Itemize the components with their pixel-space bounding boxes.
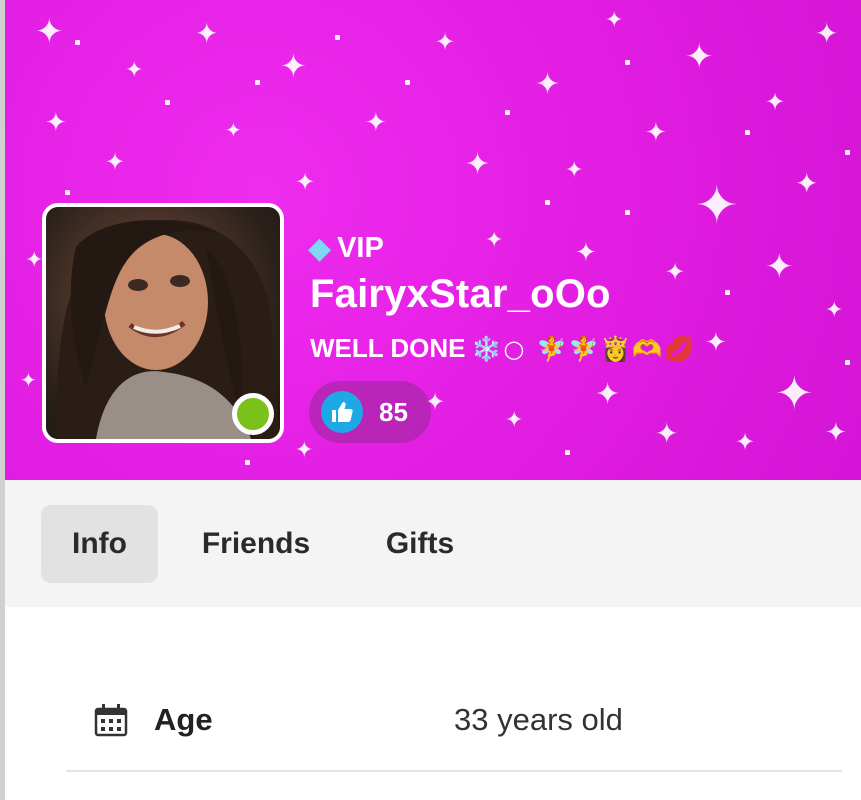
likes-count: 85 (379, 396, 408, 427)
calendar-icon (94, 703, 128, 742)
profile-username: FairyxStar_oOo (310, 272, 611, 316)
info-row-age: Age 33 years old (66, 680, 842, 772)
tab-info[interactable]: Info (41, 505, 158, 583)
vip-label: VIP (337, 232, 384, 264)
status-emojis: ❄️○ 🧚🧚👸🫶💋 (471, 334, 697, 363)
diamond-icon: ◆ (308, 230, 332, 266)
profile-tabs: Info Friends Gifts (5, 480, 861, 607)
status-text: WELL DONE (310, 333, 466, 363)
online-status-indicator (232, 393, 274, 435)
likes-button[interactable]: 85 (309, 381, 431, 443)
window-edge (0, 0, 5, 800)
tab-friends[interactable]: Friends (185, 505, 327, 583)
age-value: 33 years old (454, 702, 623, 737)
tab-gifts[interactable]: Gifts (367, 505, 473, 583)
thumbs-up-icon (321, 391, 363, 433)
age-label: Age (154, 702, 213, 737)
vip-badge: ◆ VIP (308, 232, 384, 265)
profile-status: WELL DONE ❄️○ 🧚🧚👸🫶💋 (310, 333, 696, 364)
